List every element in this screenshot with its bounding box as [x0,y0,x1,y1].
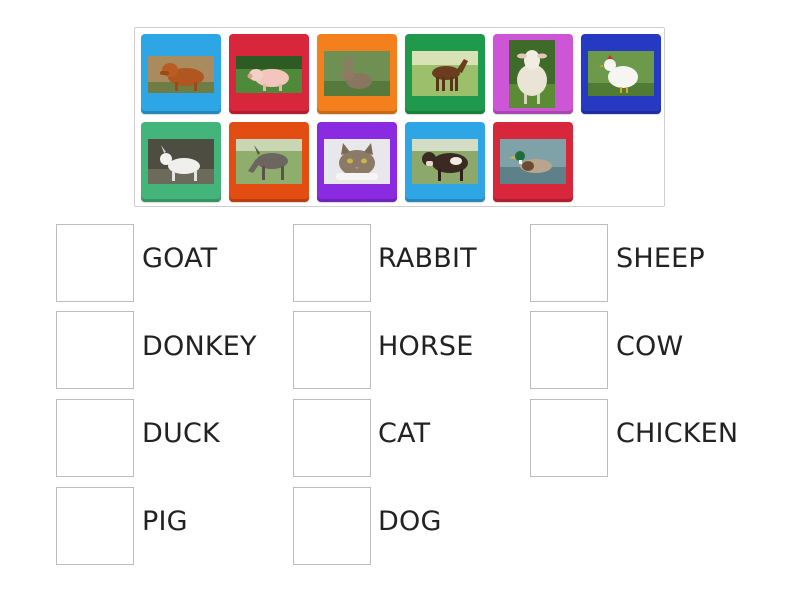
tile-sheep[interactable] [493,34,573,114]
tile-horse[interactable] [405,34,485,114]
word-label-donkey: DONKEY [142,331,257,362]
duck-photo-icon [500,139,566,184]
word-label-rabbit: RABBIT [378,243,477,274]
drop-slot-horse[interactable] [293,311,371,389]
sheep-photo-icon [509,40,555,108]
tile-dog[interactable] [141,34,221,114]
tile-rabbit[interactable] [317,34,397,114]
tile-duck[interactable] [493,122,573,202]
donkey-photo-icon [236,139,302,184]
tile-tray [134,27,665,207]
drop-slot-goat[interactable] [56,224,134,302]
word-label-sheep: SHEEP [616,243,705,274]
word-label-pig: PIG [142,506,188,537]
pig-photo-icon [236,56,302,93]
drop-slot-donkey[interactable] [56,311,134,389]
tile-donkey[interactable] [229,122,309,202]
tile-pig[interactable] [229,34,309,114]
cat-photo-icon [324,139,390,184]
drop-slot-cow[interactable] [530,311,608,389]
dog-photo-icon [148,56,214,93]
word-label-duck: DUCK [142,418,220,449]
word-label-dog: DOG [378,506,442,537]
cow-photo-icon [412,139,478,184]
tile-goat[interactable] [141,122,221,202]
rabbit-photo-icon [324,51,390,96]
goat-photo-icon [148,139,214,184]
match-game: GOAT RABBIT SHEEP DONKEY HORSE COW DUCK … [0,0,800,600]
horse-photo-icon [412,51,478,96]
word-label-horse: HORSE [378,331,474,362]
word-label-cat: CAT [378,418,431,449]
drop-slot-rabbit[interactable] [293,224,371,302]
drop-slot-pig[interactable] [56,487,134,565]
drop-slot-cat[interactable] [293,399,371,477]
tile-cow[interactable] [405,122,485,202]
tile-cat[interactable] [317,122,397,202]
drop-slot-chicken[interactable] [530,399,608,477]
drop-slot-dog[interactable] [293,487,371,565]
tile-chicken[interactable] [581,34,661,114]
word-label-goat: GOAT [142,243,218,274]
chicken-photo-icon [588,51,654,96]
word-label-chicken: CHICKEN [616,418,739,449]
drop-slot-duck[interactable] [56,399,134,477]
drop-slot-sheep[interactable] [530,224,608,302]
word-label-cow: COW [616,331,684,362]
